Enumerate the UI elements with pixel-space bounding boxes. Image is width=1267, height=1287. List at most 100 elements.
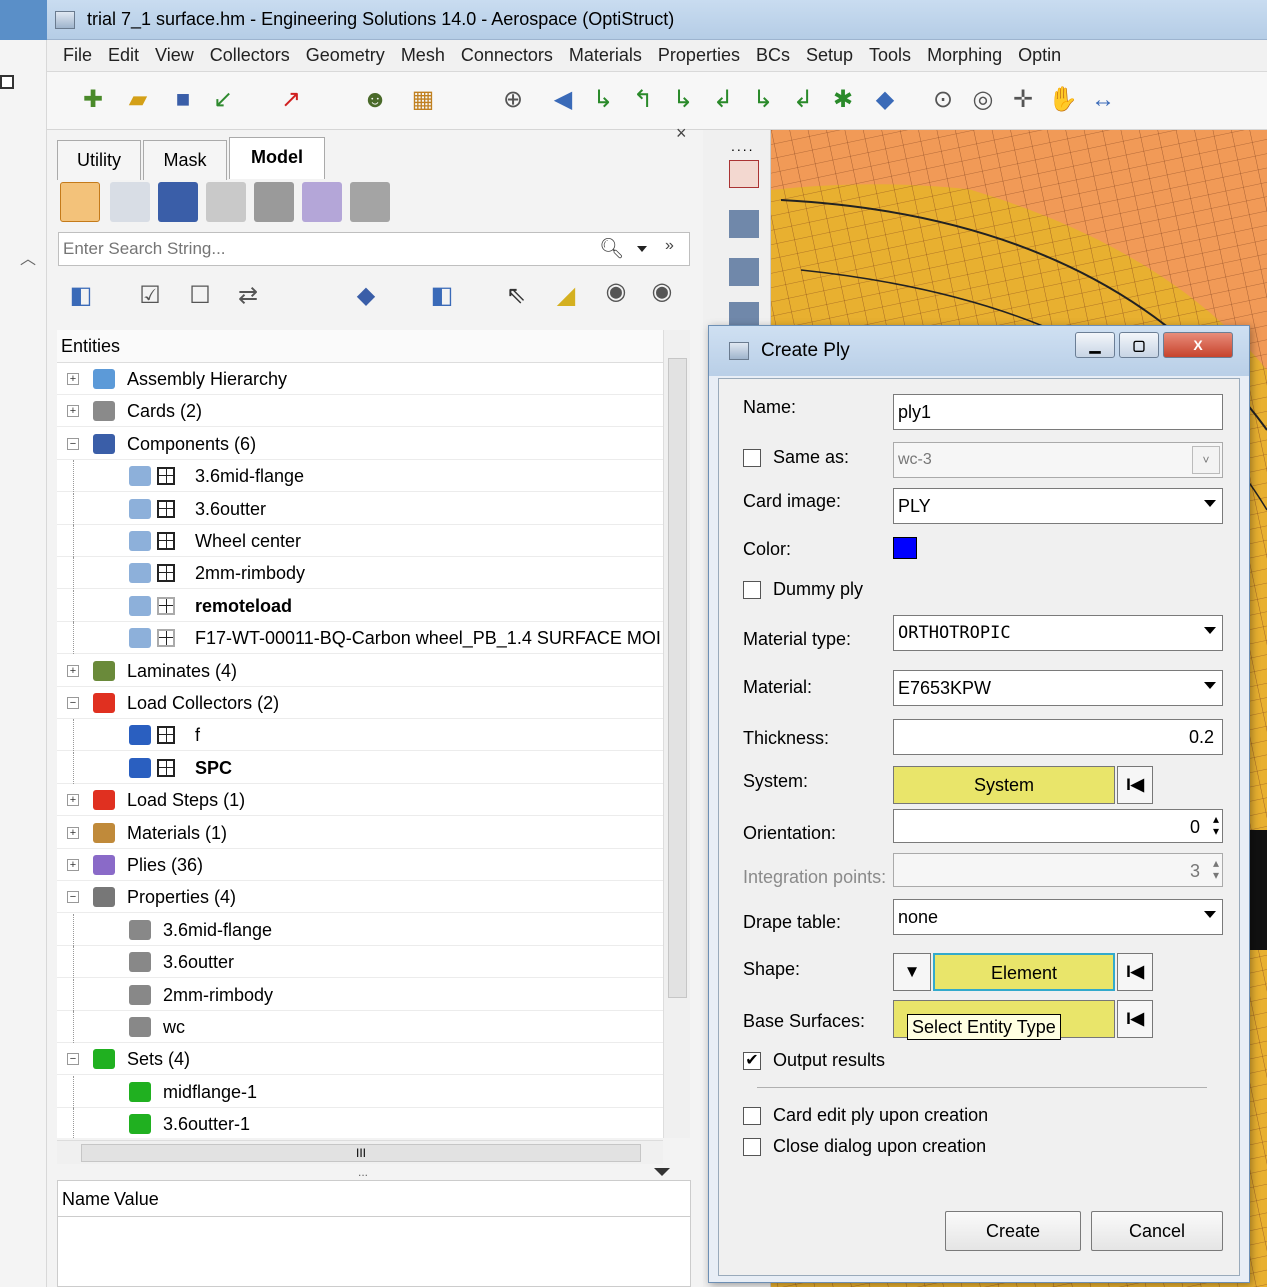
- name-field[interactable]: ply1: [893, 394, 1223, 430]
- menu-view[interactable]: View: [153, 45, 203, 66]
- property-view-icon[interactable]: [254, 182, 294, 222]
- panel-splitter[interactable]: ...: [358, 1165, 368, 1179]
- isolate-icon[interactable]: ◢: [550, 280, 582, 312]
- mesh-grid-icon[interactable]: [157, 532, 175, 550]
- card-image-dropdown-icon[interactable]: [1204, 500, 1216, 507]
- double-arrow-icon[interactable]: ↔: [1087, 84, 1119, 116]
- view-yz-icon[interactable]: ↳: [747, 84, 779, 116]
- orientation-spinner-icon[interactable]: ▴ ▾: [1213, 813, 1219, 837]
- drape-table-select[interactable]: none: [893, 899, 1223, 935]
- mesh-density-icon[interactable]: [729, 258, 759, 286]
- show-only-icon[interactable]: ◉: [646, 276, 678, 308]
- output-results-checkbox[interactable]: ✔: [743, 1052, 761, 1070]
- tree-row[interactable]: − Components (6): [57, 428, 663, 460]
- system-button[interactable]: System: [893, 766, 1115, 804]
- menu-edit[interactable]: Edit: [106, 45, 148, 66]
- display-entity-icon[interactable]: ◧: [65, 280, 97, 312]
- menu-file[interactable]: File: [61, 45, 101, 66]
- drape-table-dropdown-icon[interactable]: [1204, 911, 1216, 918]
- collapse-icon[interactable]: −: [67, 891, 79, 904]
- tree-row[interactable]: − Sets (4): [57, 1043, 663, 1076]
- hand-pan-icon[interactable]: ✋: [1047, 84, 1079, 116]
- mesh-grid-icon[interactable]: [157, 596, 175, 615]
- mesh-grid-icon[interactable]: [157, 629, 175, 648]
- display-mode-icon[interactable]: ◧: [426, 280, 458, 312]
- view-3d-icon[interactable]: ◆: [869, 84, 901, 116]
- uncheck-all-icon[interactable]: ☐: [184, 280, 216, 312]
- dummy-ply-checkbox[interactable]: [743, 581, 761, 599]
- expand-search-icon[interactable]: »: [665, 237, 674, 255]
- menu-setup[interactable]: Setup: [804, 45, 862, 66]
- base-surfaces-reset-button[interactable]: I◀: [1117, 1000, 1153, 1038]
- menu-collectors[interactable]: Collectors: [208, 45, 299, 66]
- panel-close-icon[interactable]: ×: [676, 123, 687, 144]
- zoom-area-icon[interactable]: ⊕: [497, 84, 529, 116]
- card-image-select[interactable]: PLY: [893, 488, 1223, 524]
- tree-row[interactable]: SPC: [57, 751, 663, 784]
- solver-view-icon[interactable]: [350, 182, 390, 222]
- zoom-in-icon[interactable]: ⊙: [927, 84, 959, 116]
- minimize-button[interactable]: ▁: [1075, 332, 1115, 358]
- shape-reset-button[interactable]: I◀: [1117, 953, 1153, 991]
- collapse-icon[interactable]: −: [67, 437, 79, 450]
- tab-mask[interactable]: Mask: [143, 140, 227, 180]
- tree-row[interactable]: + Cards (2): [57, 395, 663, 428]
- material-select[interactable]: E7653KPW: [893, 670, 1223, 706]
- chevron-up-icon[interactable]: ︿: [20, 245, 36, 269]
- tree-row[interactable]: + Laminates (4): [57, 655, 663, 687]
- mesh-grid-icon[interactable]: [729, 160, 759, 188]
- search-icon[interactable]: 🔍︎: [599, 236, 624, 261]
- view-xy-icon[interactable]: ↳: [587, 84, 619, 116]
- collapse-icon[interactable]: −: [67, 1053, 79, 1066]
- model-view-icon[interactable]: [60, 182, 100, 222]
- tree-vertical-scrollbar[interactable]: [663, 330, 690, 1138]
- ply-view-icon[interactable]: [302, 182, 342, 222]
- mesh-grid-icon[interactable]: [157, 726, 175, 745]
- tree-row[interactable]: wc: [57, 1011, 663, 1043]
- rotate-left-icon[interactable]: ◀: [547, 84, 579, 116]
- tree-row[interactable]: − Properties (4): [57, 881, 663, 914]
- tree-row[interactable]: 2mm-rimbody: [57, 978, 663, 1011]
- shape-type-dropdown-button[interactable]: ▼: [893, 953, 931, 991]
- mesh-quality-icon[interactable]: [729, 302, 759, 326]
- view-xz-icon[interactable]: ↳: [667, 84, 699, 116]
- check-all-icon[interactable]: ☑: [134, 280, 166, 312]
- open-folder-icon[interactable]: ▰: [122, 84, 154, 116]
- mesh-grid-icon[interactable]: [157, 467, 175, 486]
- zoom-fit-icon[interactable]: ◎: [967, 84, 999, 116]
- menu-mesh[interactable]: Mesh: [399, 45, 454, 66]
- menu-properties[interactable]: Properties: [656, 45, 749, 66]
- same-as-checkbox[interactable]: [743, 449, 761, 467]
- reverse-check-icon[interactable]: ⇄: [232, 280, 264, 312]
- color-swatch[interactable]: [893, 537, 917, 559]
- tree-row[interactable]: + Load Steps (1): [57, 784, 663, 817]
- menu-geometry[interactable]: Geometry: [304, 45, 394, 66]
- save-icon[interactable]: ■: [167, 84, 199, 116]
- close-button[interactable]: X: [1163, 332, 1233, 358]
- tree-row[interactable]: 3.6mid-flange: [57, 913, 663, 946]
- tree-row[interactable]: 3.6mid-flange: [57, 460, 663, 493]
- tree-row[interactable]: + Plies (36): [57, 849, 663, 881]
- shape-element-button[interactable]: Element: [933, 953, 1115, 991]
- pan-move-icon[interactable]: ✛: [1007, 84, 1039, 116]
- mesh-grid-icon[interactable]: [157, 758, 175, 777]
- menu-morphing[interactable]: Morphing: [925, 45, 1011, 66]
- tree-row[interactable]: midflange-1: [57, 1075, 663, 1108]
- show-elements-icon[interactable]: ◆: [350, 280, 382, 312]
- expand-icon[interactable]: +: [67, 859, 79, 871]
- card-edit-checkbox[interactable]: [743, 1107, 761, 1125]
- connectivity-view-icon[interactable]: [110, 182, 150, 222]
- search-input[interactable]: [63, 237, 583, 261]
- tree-hscroll-thumb[interactable]: III: [81, 1144, 641, 1162]
- collapse-icon[interactable]: −: [67, 697, 79, 709]
- tree-row[interactable]: 2mm-rimbody: [57, 557, 663, 590]
- menu-connectors[interactable]: Connectors: [459, 45, 562, 66]
- material-type-select[interactable]: ORTHOTROPIC: [893, 615, 1223, 651]
- import-icon[interactable]: ↙: [207, 84, 239, 116]
- tree-row[interactable]: + Materials (1): [57, 817, 663, 849]
- menu-tools[interactable]: Tools: [867, 45, 920, 66]
- view-iso-icon[interactable]: ✱: [827, 84, 859, 116]
- mesh-edit-icon[interactable]: [729, 210, 759, 238]
- tree-row[interactable]: F17-WT-00011-BQ-Carbon wheel_PB_1.4 SURF…: [57, 622, 663, 655]
- expand-icon[interactable]: +: [67, 826, 79, 839]
